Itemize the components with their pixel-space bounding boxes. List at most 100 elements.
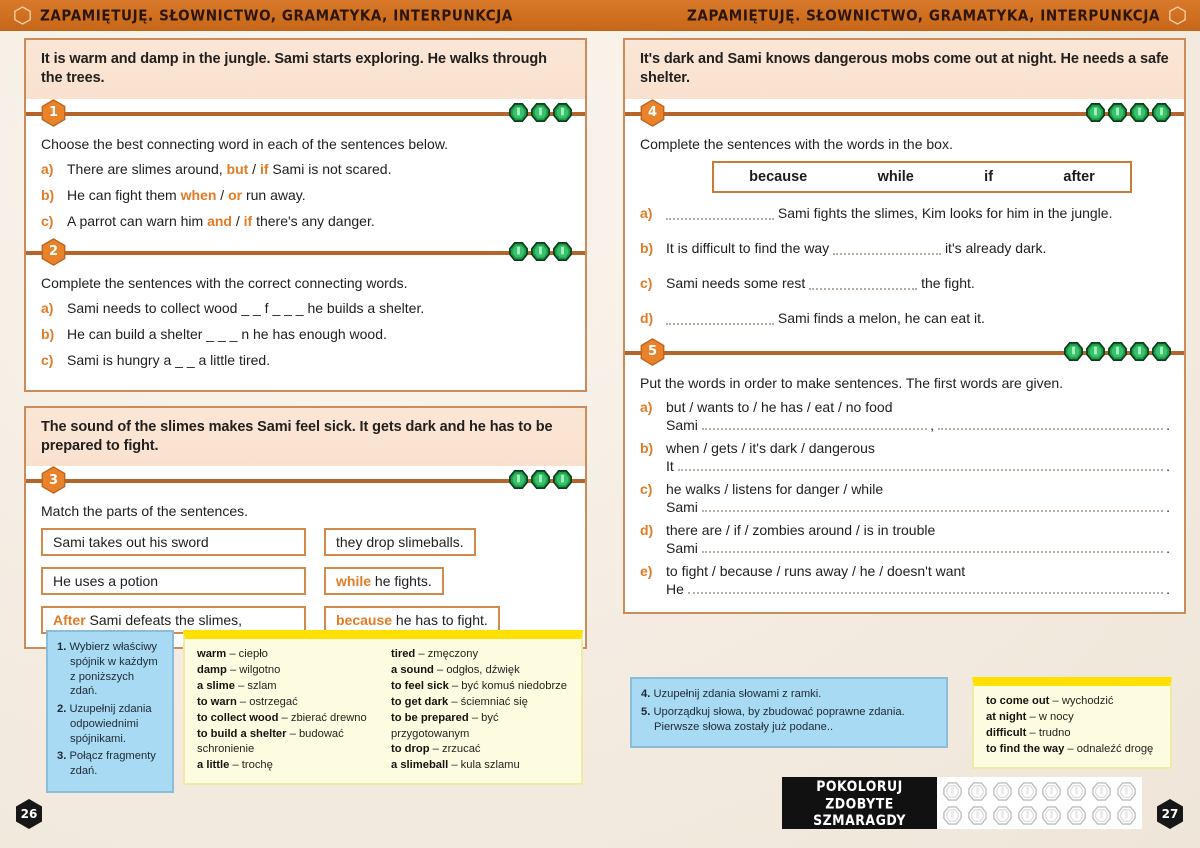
vocab-en: a slimeball <box>391 759 449 772</box>
vocab-entry: damp – wilgotno <box>197 663 375 679</box>
item-text[interactable]: Sami needs to collect wood _ _ f _ _ _ h… <box>67 299 571 318</box>
emerald-slot-icon[interactable] <box>1017 781 1038 802</box>
answer-blank[interactable] <box>666 218 774 221</box>
emerald-slot-icon[interactable] <box>1116 805 1137 826</box>
vocab-en: tired <box>391 648 416 660</box>
instruction-text: Uporządkuj słowa, by zbudować poprawne z… <box>653 705 905 733</box>
emerald-slot-icon[interactable] <box>1041 805 1062 826</box>
exercise-5-item-e-answer[interactable]: He . <box>666 581 1170 597</box>
answer-blank[interactable] <box>701 419 928 430</box>
vocab-pl: – zrzucać <box>432 743 481 756</box>
match-text: He uses a potion <box>53 572 159 589</box>
choice-word-1[interactable]: and <box>207 213 232 229</box>
header-left-group: ZAPAMIĘTUJĘ. SŁOWNICTWO, GRAMATYKA, INTE… <box>14 6 513 25</box>
emerald-slot-icon[interactable] <box>967 781 988 802</box>
vocab-entry: to feel sick – być komuś niedobrze <box>391 679 569 695</box>
word-bank-item[interactable]: after <box>1063 169 1094 185</box>
exercise-3-instruction: Match the parts of the sentences. <box>41 503 249 520</box>
vocab-pl: – trudno <box>1029 726 1071 739</box>
answer-blank[interactable] <box>701 542 1164 553</box>
answer-blank[interactable] <box>666 322 774 325</box>
panel-3-intro: It's dark and Sami knows dangerous mobs … <box>625 40 1184 99</box>
match-right-item[interactable]: while he fights. <box>324 566 444 595</box>
exercise-5-number-badge: 5 <box>639 337 666 366</box>
page-number-left: 26 <box>14 798 44 830</box>
emerald-slot-icon[interactable] <box>967 805 988 826</box>
emerald-gem-icon <box>1151 102 1172 123</box>
item-pre: Sami needs some rest <box>666 274 810 291</box>
emerald-slot-icon[interactable] <box>1041 781 1062 802</box>
word-bank-item[interactable]: because <box>749 169 807 185</box>
choice-word-2[interactable]: or <box>228 187 242 203</box>
item-text: Sami finds a melon, he can eat it. <box>666 309 1170 328</box>
period: . <box>1166 416 1170 433</box>
emerald-gem-icon <box>1107 102 1128 123</box>
emerald-slot-icon[interactable] <box>1091 781 1112 802</box>
vocab-en: at night <box>986 710 1027 723</box>
exercise-4-number: 4 <box>647 105 658 121</box>
answer-blank[interactable] <box>677 460 1164 471</box>
instructions-list: 4. Uzupełnij zdania słowami z ramki. 5. … <box>641 687 936 734</box>
emerald-gem-icon <box>1107 341 1128 362</box>
word-bank-item[interactable]: if <box>984 169 993 185</box>
exercise-2-item-c: c) Sami is hungry a _ _ a little tired. <box>41 351 571 370</box>
vocab-en: to build a shelter <box>197 727 287 740</box>
emerald-slot-icon[interactable] <box>992 781 1013 802</box>
vocab-entry: at night – w nocy <box>986 710 1158 726</box>
emerald-slot-icon[interactable] <box>992 805 1013 826</box>
answer-blank[interactable] <box>701 501 1164 512</box>
answer-blank[interactable] <box>687 583 1164 594</box>
exercise-5-item-e-prompt: e) to fight / because / runs away / he /… <box>640 563 1170 579</box>
match-left-item[interactable]: Sami takes out his sword <box>41 527 306 556</box>
page-header: ZAPAMIĘTUJĘ. SŁOWNICTWO, GRAMATYKA, INTE… <box>0 0 1200 31</box>
exercise-5-item-b-answer[interactable]: It . <box>666 458 1170 474</box>
word-bank-item[interactable]: while <box>878 169 914 185</box>
task-panel-1: It is warm and damp in the jungle. Sami … <box>24 38 587 392</box>
emerald-gem-icon <box>530 241 551 262</box>
answer-blank[interactable] <box>833 252 942 255</box>
exercise-2-divider: 2 <box>26 237 585 266</box>
match-right-item[interactable]: they drop slimeballs. <box>324 527 476 556</box>
choice-word-2[interactable]: if <box>244 213 253 229</box>
choice-word-1[interactable]: but <box>227 161 249 177</box>
item-text[interactable]: He can build a shelter _ _ _ n he has en… <box>67 325 571 344</box>
exercise-2-item-a: a) Sami needs to collect wood _ _ f _ _ … <box>41 299 571 318</box>
choice-word-2[interactable]: if <box>260 161 269 177</box>
exercise-4-instruction: Complete the sentences with the words in… <box>640 135 953 152</box>
instruction-text: Uzupełnij zdania odpowiednimi spójnikami… <box>69 703 152 745</box>
item-text: Sami fights the slimes, Kim looks for hi… <box>666 204 1170 223</box>
match-left-item[interactable]: He uses a potion <box>41 566 306 595</box>
exercise-5-item-d-prompt: d) there are / if / zombies around / is … <box>640 522 1170 538</box>
emerald-slot-icon[interactable] <box>1066 805 1087 826</box>
answer-starter: Sami <box>666 498 698 515</box>
left-bottom-notes: 1. Wybierz właściwy spójnik w każdym z p… <box>46 630 583 794</box>
emerald-gem-icon <box>1129 341 1150 362</box>
emerald-slot-icon[interactable] <box>1066 781 1087 802</box>
answer-starter: Sami <box>666 539 698 556</box>
emerald-label-line-1: POKOLORUJ ZDOBYTE <box>816 777 903 811</box>
vocab-entry: to build a shelter – budować schronienie <box>197 727 375 759</box>
emerald-slot-icon[interactable] <box>942 781 963 802</box>
emerald-slot-icon[interactable] <box>1017 805 1038 826</box>
emerald-slot-icon[interactable] <box>942 805 963 826</box>
item-text[interactable]: Sami is hungry a _ _ a little tired. <box>67 351 571 370</box>
exercise-5-number: 5 <box>647 344 658 360</box>
item-letter: c) <box>640 274 653 291</box>
item-text: There are slimes around, but / if Sami i… <box>67 160 571 179</box>
exercise-5-item-c-answer[interactable]: Sami . <box>666 499 1170 515</box>
exercise-3-number-badge: 3 <box>40 466 67 495</box>
exercise-5-item-d-answer[interactable]: Sami . <box>666 540 1170 556</box>
vocab-pl: – szlam <box>238 679 277 692</box>
choice-word-1[interactable]: when <box>181 187 217 203</box>
answer-blank[interactable] <box>809 287 918 290</box>
emerald-slot-icon[interactable] <box>1091 805 1112 826</box>
page-number-value: 26 <box>20 807 38 821</box>
emerald-slot-icon[interactable] <box>1116 781 1137 802</box>
item-pre: It is difficult to find the way <box>666 239 834 256</box>
exercise-5-item-a-answer[interactable]: Sami ,. <box>666 417 1170 433</box>
right-polish-instructions-note: 4. Uzupełnij zdania słowami z ramki. 5. … <box>630 677 948 749</box>
emerald-gem-icon <box>530 102 551 123</box>
vocab-entry: warm – ciepło <box>197 647 375 663</box>
vocab-en: to collect wood <box>197 711 279 724</box>
answer-blank[interactable] <box>937 419 1164 430</box>
